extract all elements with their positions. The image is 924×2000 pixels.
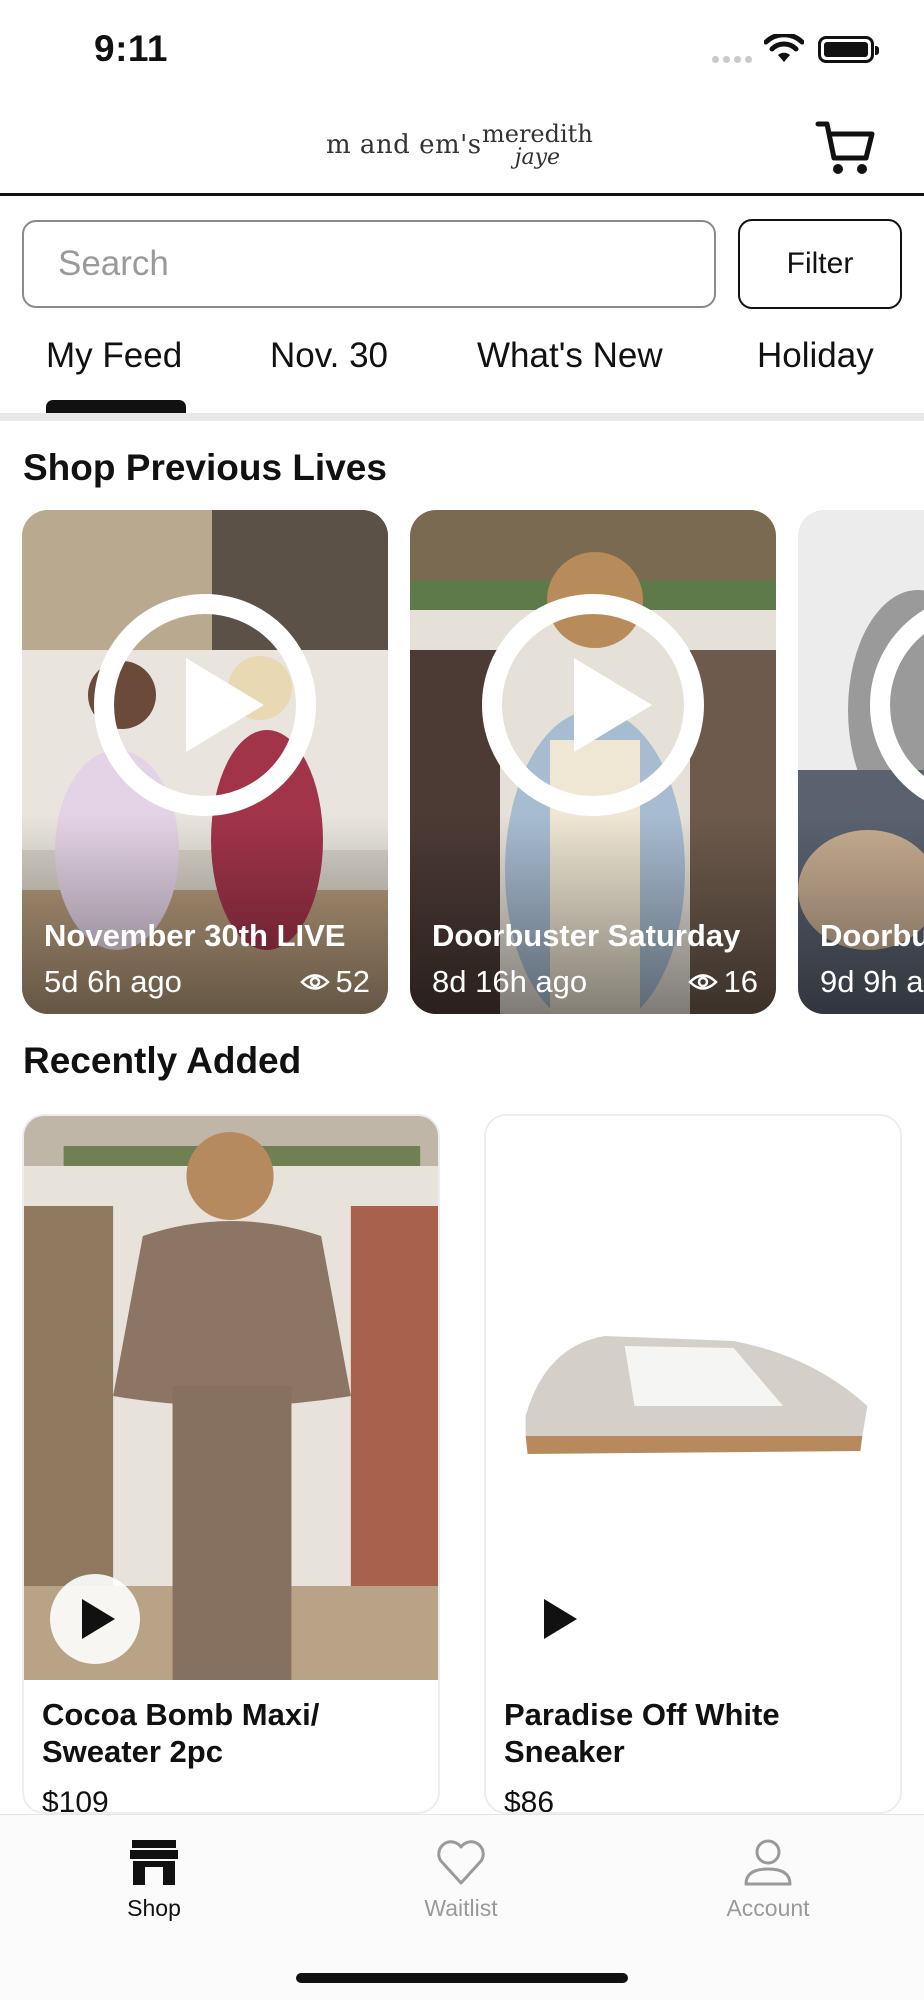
status-bar: 9:11: [0, 0, 924, 100]
tabs-divider: [0, 413, 924, 421]
tab-my-feed[interactable]: My Feed: [46, 336, 182, 376]
play-icon[interactable]: [50, 1574, 140, 1664]
home-indicator[interactable]: [296, 1973, 628, 1983]
live-view-count: 52: [335, 964, 370, 999]
product-card[interactable]: Cocoa Bomb Maxi/ Sweater 2pc $109: [22, 1114, 440, 1814]
brand-logo-meredith-jaye[interactable]: meredith jaye: [482, 122, 593, 170]
recently-added-heading: Recently Added: [23, 1040, 302, 1081]
previous-lives-carousel[interactable]: November 30th LIVE 5d 6h ago 52 Doorbust…: [0, 510, 924, 1015]
live-card[interactable]: Doorbuster Saturday 8d 16h ago 16: [410, 510, 776, 1014]
cellular-signal-icon: [712, 56, 752, 63]
product-name: Paradise Off White Sneaker: [504, 1697, 780, 1769]
status-time: 9:11: [94, 28, 169, 69]
nav-shop[interactable]: Shop: [74, 1837, 234, 1922]
battery-icon: [818, 36, 879, 63]
category-tabs: My Feed Nov. 30 What's New Holiday: [0, 330, 924, 420]
active-tab-indicator: [46, 400, 186, 414]
wifi-icon: [764, 34, 804, 62]
filter-button[interactable]: Filter: [738, 219, 902, 309]
live-view-count: 16: [723, 964, 758, 999]
product-price: $109: [42, 1786, 109, 1814]
play-icon[interactable]: [94, 594, 316, 816]
cart-icon[interactable]: [814, 116, 878, 180]
search-input[interactable]: [22, 220, 716, 308]
product-price: $86: [504, 1786, 555, 1814]
person-icon: [744, 1839, 792, 1886]
live-card[interactable]: Doorbu 9d 9h a: [798, 510, 924, 1014]
app-header: m and em's meredith jaye: [0, 100, 924, 196]
nav-waitlist-label: Waitlist: [424, 1895, 498, 1921]
live-time-ago: 8d 16h ago: [432, 964, 588, 999]
live-card[interactable]: November 30th LIVE 5d 6h ago 52: [22, 510, 388, 1014]
play-icon[interactable]: [512, 1574, 602, 1664]
product-card[interactable]: Paradise Off White Sneaker $86: [484, 1114, 902, 1814]
brand-logo-mandems[interactable]: m and em's: [326, 130, 482, 160]
eye-icon: [299, 974, 330, 990]
live-time-ago: 9d 9h a: [820, 964, 924, 999]
nav-waitlist[interactable]: Waitlist: [381, 1837, 541, 1922]
brand-logo-line2: jaye: [514, 145, 561, 170]
live-views: 16: [687, 964, 758, 1000]
product-name: Cocoa Bomb Maxi/ Sweater 2pc: [42, 1697, 320, 1769]
brand-logo-line1: meredith: [482, 120, 593, 148]
heart-icon: [437, 1840, 485, 1885]
nav-shop-label: Shop: [127, 1895, 181, 1921]
live-title: Doorbuster Saturday: [432, 918, 741, 953]
tab-nov-30[interactable]: Nov. 30: [270, 336, 388, 376]
previous-lives-heading: Shop Previous Lives: [23, 447, 387, 488]
live-title: November 30th LIVE: [44, 918, 346, 953]
live-title: Doorbu: [820, 918, 924, 953]
store-icon: [130, 1840, 178, 1885]
tab-holiday[interactable]: Holiday: [757, 336, 874, 376]
eye-icon: [687, 974, 718, 990]
live-time-ago: 5d 6h ago: [44, 964, 182, 999]
live-views: 52: [299, 964, 370, 1000]
bottom-nav-bar: Shop Waitlist Account: [0, 1814, 924, 2000]
tab-whats-new[interactable]: What's New: [477, 336, 663, 376]
nav-account-label: Account: [726, 1895, 810, 1921]
nav-account[interactable]: Account: [688, 1837, 848, 1922]
play-icon[interactable]: [482, 594, 704, 816]
